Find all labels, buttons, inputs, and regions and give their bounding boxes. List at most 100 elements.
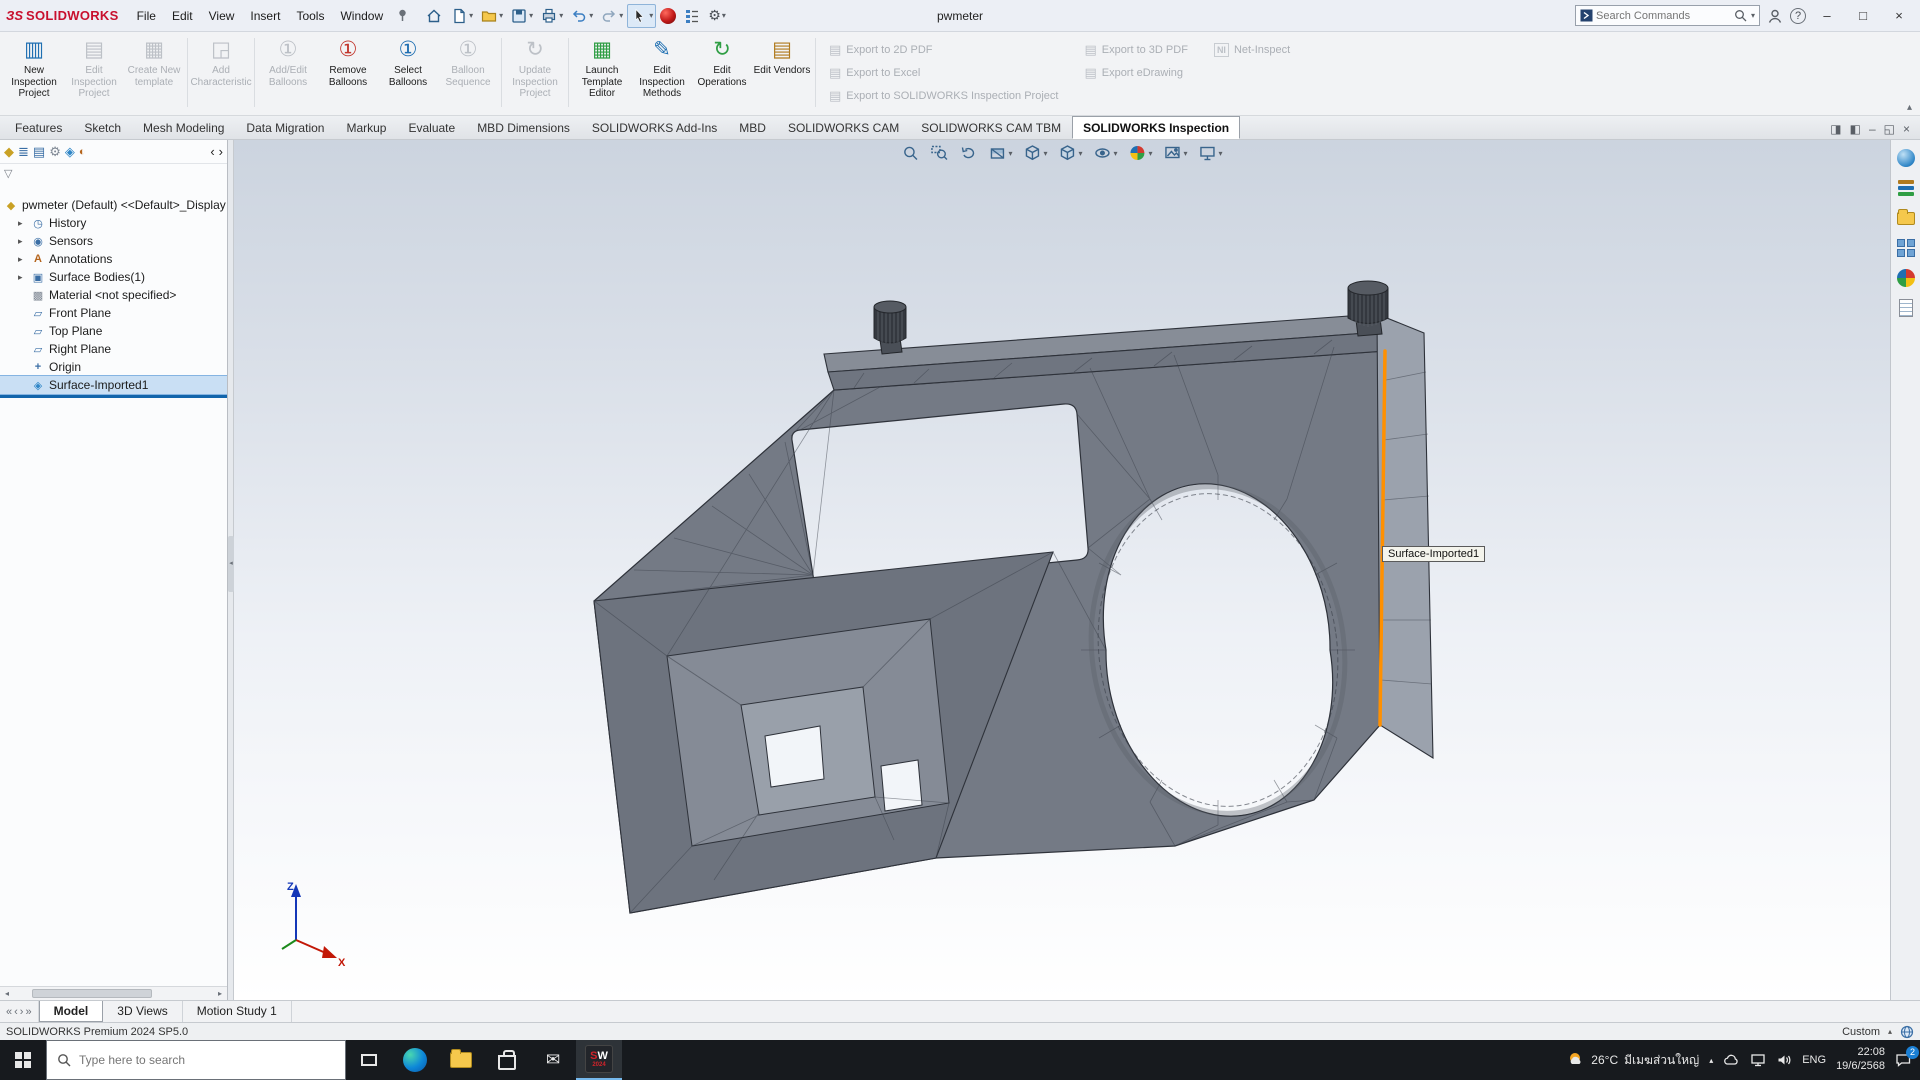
select-balloons-button[interactable]: ①Select Balloons [378,34,438,111]
property-manager-tab-icon[interactable]: ≣ [18,144,29,160]
hide-show-items-icon[interactable]: ▾ [1092,143,1118,163]
appearances-scenes-icon[interactable] [1896,268,1916,288]
tab-features[interactable]: Features [4,116,73,139]
update-inspection-project-button[interactable]: ↻Update Inspection Project [505,34,565,111]
zoom-to-area-icon[interactable] [929,143,949,163]
display-manager-tab-icon[interactable]: ◈ [65,144,75,160]
tree-root-item[interactable]: ◆ pwmeter (Default) <<Default>_Display [0,196,227,214]
task-view-button[interactable] [346,1040,392,1080]
close-button[interactable]: × [1884,3,1914,29]
tree-item-top-plane[interactable]: . ▱ Top Plane [0,322,227,340]
tab-motion-study-1[interactable]: Motion Study 1 [183,1001,292,1022]
input-language-indicator[interactable]: ENG [1802,1054,1826,1066]
chevron-down-icon[interactable]: ▾ [469,11,473,20]
menu-insert[interactable]: Insert [242,0,288,32]
menu-window[interactable]: Window [332,0,391,32]
tree-item-history[interactable]: ▸ ◷ History [0,214,227,232]
minimize-button[interactable]: – [1812,3,1842,29]
taskbar-clock[interactable]: 22:08 19/6/2568 [1836,1046,1885,1074]
tree-horizontal-scrollbar[interactable]: ◂ ▸ [0,986,227,1000]
launch-template-editor-button[interactable]: ▦Launch Template Editor [572,34,632,111]
windows-search[interactable] [46,1040,346,1080]
expand-caret-icon[interactable]: ▸ [18,272,27,283]
file-explorer-taskbar-icon[interactable] [438,1040,484,1080]
units-selector[interactable]: Custom [1842,1026,1880,1038]
export-3d-pdf-button[interactable]: ▤Export to 3D PDF [1084,42,1188,58]
featuremanager-tree-tab-icon[interactable]: ◆ [4,144,14,160]
menu-tools[interactable]: Tools [288,0,332,32]
chevron-down-icon[interactable]: ▾ [619,11,623,20]
nav-next-icon[interactable]: › [20,1006,24,1018]
tab-evaluate[interactable]: Evaluate [397,116,466,139]
panel-scroll-right-icon[interactable]: › [219,144,223,159]
tab-3d-views[interactable]: 3D Views [103,1001,182,1022]
expand-caret-icon[interactable]: ▸ [18,254,27,265]
cam-manager-tab-icon[interactable]: ◐ [79,146,86,158]
edit-vendors-button[interactable]: ▤Edit Vendors [752,34,812,111]
undo-button[interactable]: ▾ [567,4,596,28]
create-new-template-button[interactable]: ▦Create New template [124,34,184,111]
add-edit-balloons-button[interactable]: ①Add/Edit Balloons [258,34,318,111]
nav-prev-icon[interactable]: ‹ [14,1006,18,1018]
tab-data-migration[interactable]: Data Migration [235,116,335,139]
configuration-manager-tab-icon[interactable]: ▤ [33,144,45,160]
scroll-left-icon[interactable]: ◂ [0,989,14,998]
redo-button[interactable]: ▾ [597,4,626,28]
zoom-to-fit-icon[interactable] [900,143,920,163]
left-knurled-knob[interactable] [874,301,906,354]
collapse-ribbon-icon[interactable]: ▴ [1907,102,1912,113]
tree-item-front-plane[interactable]: . ▱ Front Plane [0,304,227,322]
remove-balloons-button[interactable]: ①Remove Balloons [318,34,378,111]
design-library-icon[interactable] [1896,178,1916,198]
options-gear-button[interactable]: ⚙▾ [705,4,729,28]
tree-item-surface-bodies[interactable]: ▸ ▣ Surface Bodies(1) [0,268,227,286]
open-document-button[interactable]: ▾ [477,4,506,28]
performance-sphere-icon[interactable] [657,4,679,28]
file-explorer-icon[interactable] [1896,208,1916,228]
filter-icon[interactable]: ▽ [4,167,12,180]
network-icon[interactable] [1750,1053,1766,1067]
command-search[interactable]: ▾ [1575,5,1760,26]
chevron-down-icon[interactable]: ▾ [722,11,726,20]
onedrive-cloud-icon[interactable] [1723,1053,1740,1067]
scrollbar-track[interactable] [14,987,213,1000]
small-rect-hole[interactable] [881,760,922,811]
menu-file[interactable]: File [129,0,164,32]
chevron-down-icon[interactable]: ▾ [559,11,563,20]
menu-edit[interactable]: Edit [164,0,201,32]
model-3d-mesh[interactable]: Z X [234,140,1890,1000]
export-sw-inspection-project-button[interactable]: ▤Export to SOLIDWORKS Inspection Project [829,88,1058,104]
dimxpert-manager-tab-icon[interactable]: ⚙ [49,144,61,160]
edit-appearance-icon[interactable]: ▾ [1128,143,1154,163]
new-inspection-project-button[interactable]: ▥New Inspection Project [4,34,64,111]
tab-markup[interactable]: Markup [335,116,397,139]
scrollbar-thumb[interactable] [32,989,152,998]
menu-view[interactable]: View [201,0,243,32]
tab-mesh-modeling[interactable]: Mesh Modeling [132,116,235,139]
action-center-icon[interactable]: 2 [1895,1052,1912,1068]
custom-properties-icon[interactable] [1896,298,1916,318]
panel-scroll-left-icon[interactable]: ‹ [210,144,214,159]
tab-mbd-dimensions[interactable]: MBD Dimensions [466,116,581,139]
tab-solidworks-addins[interactable]: SOLIDWORKS Add-Ins [581,116,728,139]
window-tile-icon[interactable]: ◨ [1830,122,1841,136]
view-settings-icon[interactable]: ▾ [1198,143,1224,163]
print-button[interactable]: ▾ [537,4,566,28]
model-viewport[interactable]: Z X ▾ ▾ ▾ ▾ ▾ ▾ ▾ Surface-Imp [234,140,1890,1000]
chevron-down-icon[interactable]: ▾ [499,11,503,20]
select-tool-button[interactable]: ▾ [627,4,656,28]
menu-pin-icon[interactable] [397,9,408,22]
expand-caret-icon[interactable]: ▸ [18,236,27,247]
mail-app-icon[interactable]: ✉ [530,1040,576,1080]
tree-item-annotations[interactable]: ▸ A Annotations [0,250,227,268]
display-style-icon[interactable]: ▾ [1057,143,1083,163]
net-inspect-button[interactable]: NINet-Inspect [1214,43,1290,57]
show-hidden-icons-caret[interactable]: ▴ [1709,1056,1713,1065]
doc-restore-icon[interactable]: ◱ [1884,122,1895,136]
balloon-sequence-button[interactable]: ①Balloon Sequence [438,34,498,111]
maximize-button[interactable]: □ [1848,3,1878,29]
user-account-icon[interactable] [1766,7,1784,25]
units-caret-icon[interactable]: ▴ [1888,1027,1892,1036]
search-icon[interactable] [1734,9,1747,22]
section-view-icon[interactable]: ▾ [987,143,1013,163]
